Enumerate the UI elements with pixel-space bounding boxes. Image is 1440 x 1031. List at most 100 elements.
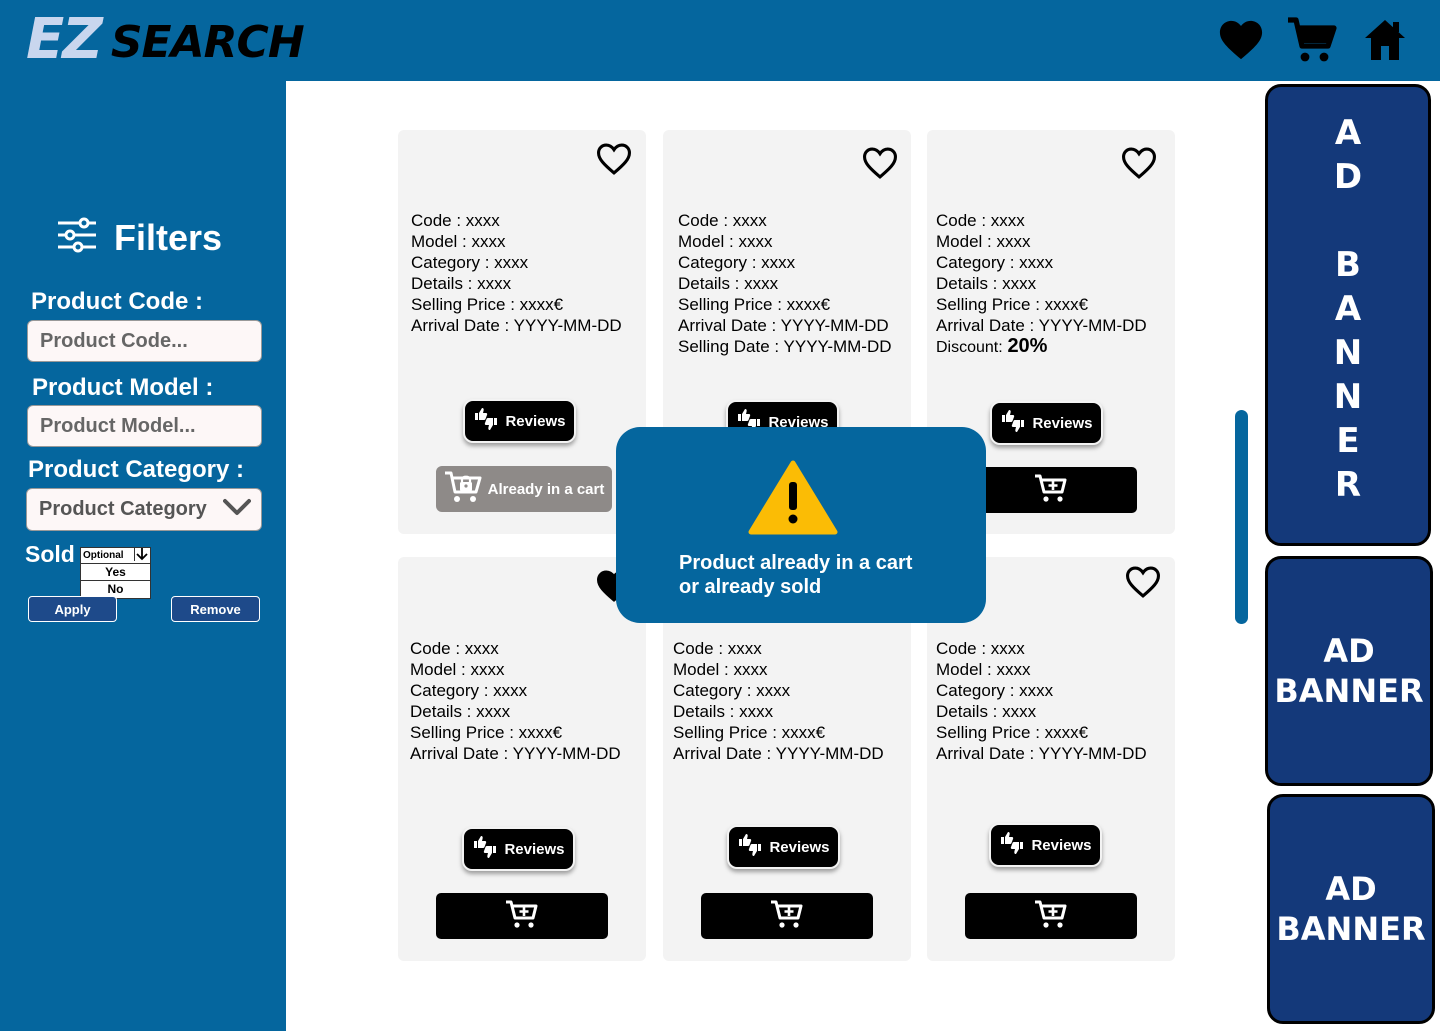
ad-banner-line1: AD: [1323, 632, 1375, 670]
add-to-cart-icon: [1034, 899, 1068, 934]
thumbs-icon: [473, 407, 499, 435]
product-category: Category : xxxx: [411, 253, 529, 272]
logo-search: SEARCH: [110, 17, 305, 68]
discount-value: 20%: [1007, 335, 1048, 357]
product-arrival-date: Arrival Date : YYYY-MM-DD: [411, 316, 622, 335]
top-bar: EZ SEARCH: [0, 0, 1440, 81]
reviews-button[interactable]: Reviews: [990, 401, 1103, 445]
filters-title: Filters: [114, 216, 223, 258]
scrollbar[interactable]: [1235, 410, 1248, 624]
product-info: Code : xxxx Model : xxxx Category : xxxx…: [936, 210, 1147, 358]
product-info: Code : xxxx Model : xxxx Category : xxxx…: [410, 638, 621, 764]
reviews-button[interactable]: Reviews: [462, 827, 575, 871]
remove-button[interactable]: Remove: [171, 596, 260, 622]
product-arrival-date: Arrival Date : YYYY-MM-DD: [673, 744, 884, 763]
cart-icon[interactable]: [1284, 14, 1340, 66]
product-code: Code : xxxx: [678, 211, 767, 230]
apply-button[interactable]: Apply: [28, 596, 117, 622]
product-model: Model : xxxx: [936, 660, 1031, 679]
product-model-input[interactable]: [27, 405, 262, 447]
product-info: Code : xxxx Model : xxxx Category : xxxx…: [411, 210, 622, 336]
ad-banner[interactable]: AD BANNER: [1265, 556, 1433, 786]
product-model-label: Product Model :: [32, 374, 214, 401]
add-to-cart-button[interactable]: [965, 467, 1137, 513]
already-in-cart-label: Already in a cart: [487, 480, 605, 498]
locked-cart-icon: [444, 470, 484, 508]
product-code-input[interactable]: [27, 320, 262, 362]
product-code: Code : xxxx: [673, 639, 762, 658]
product-arrival-date: Arrival Date : YYYY-MM-DD: [678, 316, 889, 335]
product-model: Model : xxxx: [678, 232, 773, 251]
ad-letter: E: [1336, 421, 1360, 461]
product-details: Details : xxxx: [410, 702, 511, 721]
ad-banner[interactable]: AD BANNER: [1267, 794, 1435, 1024]
ad-banner-line1: AD: [1325, 870, 1377, 908]
product-selling-price: Selling Price : xxxx€: [936, 295, 1089, 314]
reviews-label: Reviews: [1032, 414, 1093, 432]
sold-option-yes[interactable]: Yes: [81, 564, 150, 581]
product-model: Model : xxxx: [410, 660, 505, 679]
warning-icon: [748, 460, 838, 541]
sliders-icon: [56, 216, 98, 259]
product-selling-price: Selling Price : xxxx€: [411, 295, 564, 314]
chevron-down-icon: [223, 497, 251, 522]
product-code: Code : xxxx: [410, 639, 499, 658]
reviews-button[interactable]: Reviews: [463, 399, 576, 443]
thumbs-icon: [999, 831, 1025, 859]
product-category: Category : xxxx: [936, 681, 1054, 700]
warning-modal[interactable]: Product already in a cart or already sol…: [616, 427, 986, 623]
product-details: Details : xxxx: [678, 274, 779, 293]
logo[interactable]: EZ SEARCH: [26, 12, 305, 68]
favorites-heart-icon[interactable]: [1216, 14, 1266, 66]
product-arrival-date: Arrival Date : YYYY-MM-DD: [936, 744, 1147, 763]
product-selling-price: Selling Price : xxxx€: [673, 723, 826, 742]
heart-outline-icon[interactable]: [595, 142, 633, 181]
product-model: Model : xxxx: [936, 232, 1031, 251]
warning-message-line2: or already sold: [679, 576, 822, 598]
product-info: Code : xxxx Model : xxxx Category : xxxx…: [936, 638, 1147, 764]
reviews-label: Reviews: [1031, 836, 1092, 854]
product-info: Code : xxxx Model : xxxx Category : xxxx…: [678, 210, 892, 357]
sold-dropdown[interactable]: Optional Yes No: [80, 547, 151, 599]
ad-letter: N: [1333, 377, 1363, 417]
ad-letter: D: [1333, 157, 1363, 197]
reviews-button[interactable]: Reviews: [727, 825, 840, 869]
already-in-cart-button[interactable]: Already in a cart: [436, 466, 612, 512]
heart-outline-icon[interactable]: [1120, 146, 1158, 185]
product-arrival-date: Arrival Date : YYYY-MM-DD: [936, 316, 1147, 335]
add-to-cart-button[interactable]: [965, 893, 1137, 939]
product-category: Category : xxxx: [936, 253, 1054, 272]
add-to-cart-icon: [1034, 473, 1068, 508]
product-category-select[interactable]: Product Category: [26, 488, 262, 531]
add-to-cart-icon: [505, 899, 539, 934]
sold-label: Sold: [25, 541, 75, 567]
add-to-cart-button[interactable]: [436, 893, 608, 939]
product-code: Code : xxxx: [936, 211, 1025, 230]
heart-outline-icon[interactable]: [861, 146, 899, 185]
add-to-cart-button[interactable]: [701, 893, 873, 939]
product-category: Category : xxxx: [678, 253, 796, 272]
heart-outline-icon[interactable]: [1124, 565, 1162, 604]
home-icon[interactable]: [1360, 14, 1410, 66]
product-details: Details : xxxx: [673, 702, 774, 721]
ad-banner-line2: BANNER: [1276, 910, 1426, 948]
thumbs-icon: [1000, 409, 1026, 437]
thumbs-icon: [737, 833, 763, 861]
reviews-button[interactable]: Reviews: [989, 823, 1102, 867]
product-category-label: Product Category :: [28, 456, 245, 483]
reviews-label: Reviews: [504, 840, 565, 858]
product-model: Model : xxxx: [411, 232, 506, 251]
ad-letter: N: [1333, 333, 1363, 373]
arrow-down-icon: [134, 547, 150, 564]
ad-letter: A: [1334, 289, 1362, 329]
ad-banner-line2: BANNER: [1274, 672, 1424, 710]
product-selling-price: Selling Price : xxxx€: [410, 723, 563, 742]
product-category: Category : xxxx: [410, 681, 528, 700]
filters-header: Filters: [56, 216, 222, 259]
product-category: Category : xxxx: [673, 681, 791, 700]
product-details: Details : xxxx: [936, 274, 1037, 293]
sold-option-optional[interactable]: Optional: [81, 547, 150, 564]
thumbs-icon: [472, 835, 498, 863]
ad-banner-vertical[interactable]: A D B A N N E R: [1265, 84, 1431, 546]
product-model: Model : xxxx: [673, 660, 768, 679]
